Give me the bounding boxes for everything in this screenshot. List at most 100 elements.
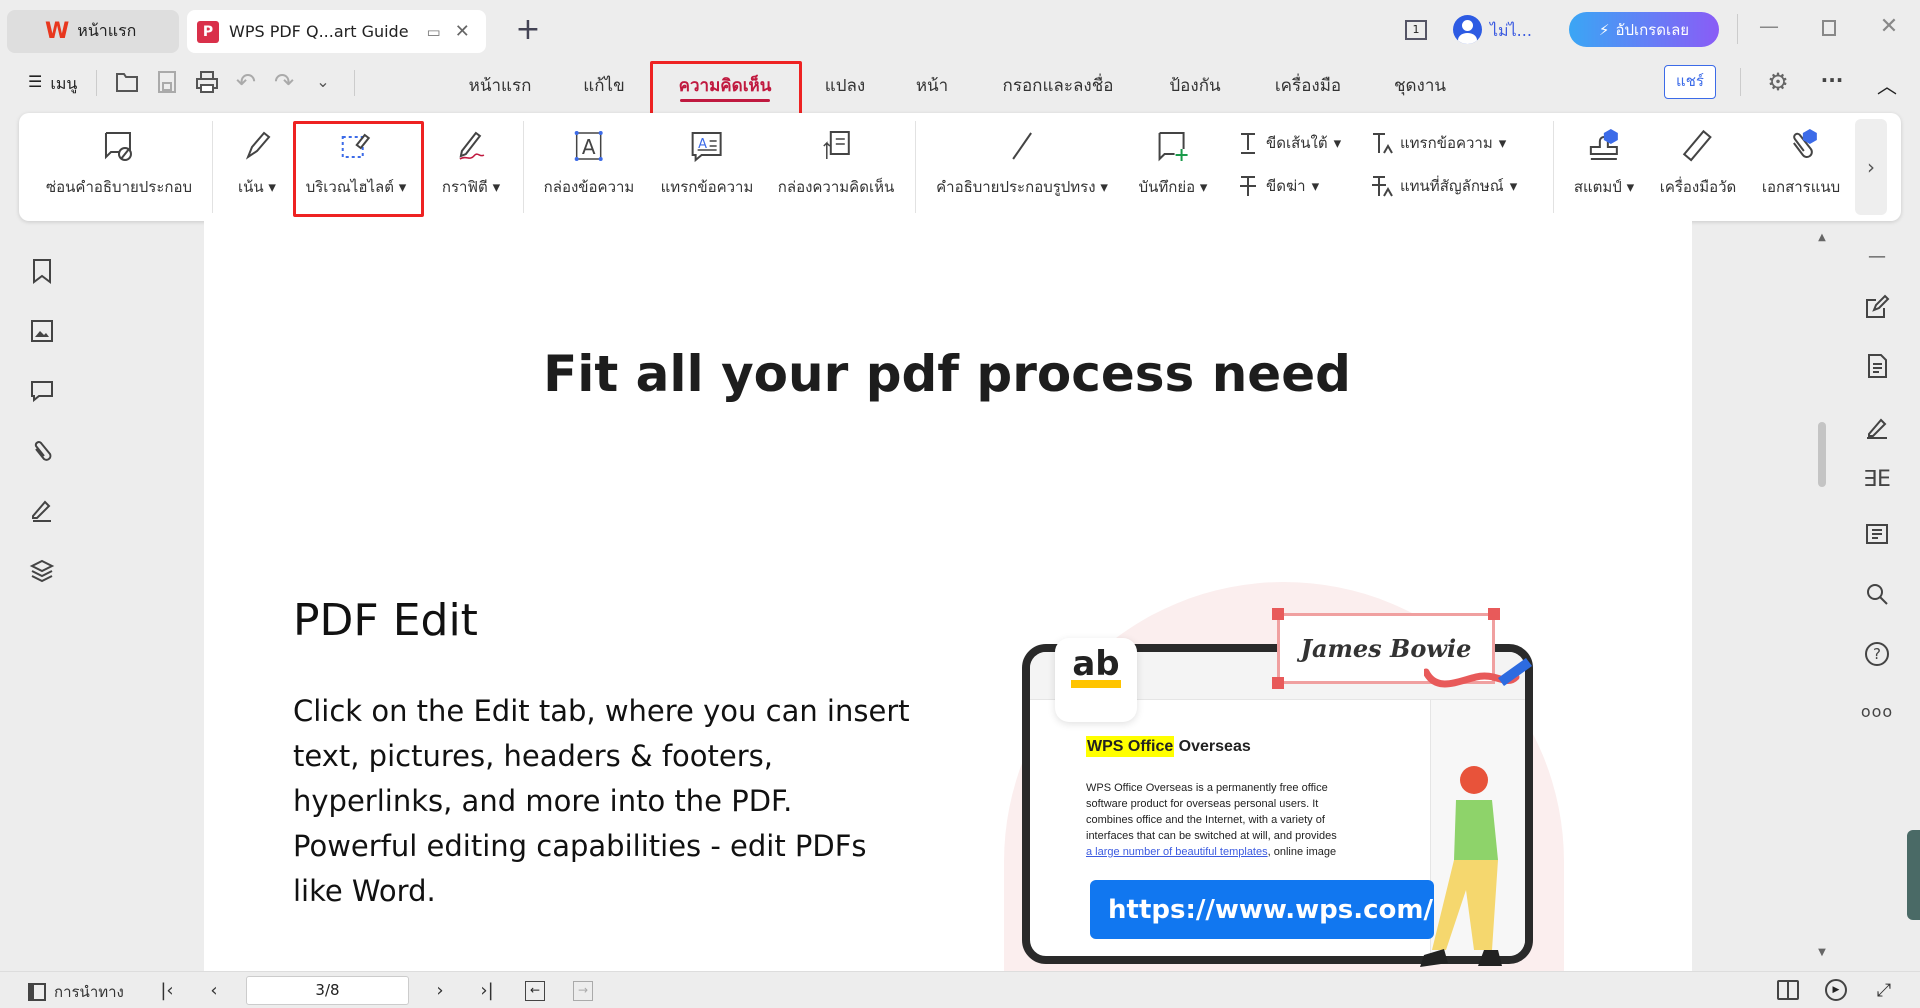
- tab-home[interactable]: หน้าแรก: [469, 72, 532, 99]
- navigation-toggle[interactable]: การนำทาง: [28, 980, 124, 1004]
- stamp-button[interactable]: สแตมป์ ▾: [1574, 129, 1634, 199]
- fill-sign-icon[interactable]: [1864, 414, 1890, 440]
- replace-symbol-button[interactable]: แทนที่สัญลักษณ์ ▾: [1370, 174, 1517, 198]
- page-count-icon[interactable]: 1: [1405, 20, 1427, 40]
- monitor-icon[interactable]: ▭: [427, 23, 441, 41]
- menu-button[interactable]: ☰ เมนู: [28, 72, 77, 97]
- edit-note-icon[interactable]: [1864, 294, 1890, 320]
- fullscreen-icon[interactable]: ⤢: [1877, 980, 1891, 1001]
- strikethrough-button[interactable]: ขีดฆ่า ▾: [1236, 174, 1319, 198]
- comment-box-button[interactable]: กล่องความคิดเห็น: [778, 129, 894, 199]
- previous-page-icon[interactable]: ‹: [210, 980, 217, 1001]
- ocr-icon[interactable]: [1864, 521, 1890, 547]
- scroll-down-icon[interactable]: ▼: [1818, 947, 1826, 958]
- document-tab[interactable]: P WPS PDF Q...art Guide ▭ ✕: [187, 10, 486, 53]
- tab-protect[interactable]: ป้องกัน: [1169, 72, 1220, 99]
- first-page-icon[interactable]: |‹: [160, 980, 173, 1001]
- measure-button[interactable]: เครื่องมือวัด: [1660, 129, 1736, 199]
- reading-mode-icon[interactable]: [1777, 980, 1799, 1000]
- forward-view-icon[interactable]: →: [573, 981, 593, 1001]
- gear-icon[interactable]: ⚙: [1767, 68, 1789, 96]
- attachment-button[interactable]: เอกสารแนบ: [1762, 129, 1840, 199]
- comment-icon[interactable]: [29, 378, 55, 404]
- shape-annotation-button[interactable]: คำอธิบายประกอบรูปทรง ▾: [936, 129, 1108, 199]
- search-icon[interactable]: [1864, 581, 1890, 607]
- play-icon[interactable]: ▶: [1825, 979, 1847, 1001]
- close-tab-icon[interactable]: ✕: [455, 21, 470, 42]
- share-button[interactable]: แชร์: [1664, 65, 1716, 99]
- chevron-down-icon: ▾: [1333, 134, 1342, 152]
- tab-batch[interactable]: ชุดงาน: [1394, 72, 1446, 99]
- user-avatar-icon[interactable]: [1453, 15, 1482, 44]
- home-tab[interactable]: W หน้าแรก: [7, 10, 179, 53]
- restore-icon[interactable]: [1822, 20, 1836, 36]
- save-icon[interactable]: [157, 70, 177, 94]
- scrollbar-thumb[interactable]: [1818, 422, 1826, 487]
- sticky-note-button[interactable]: บันทึกย่อ ▾: [1139, 129, 1207, 199]
- scroll-up-icon[interactable]: ▲: [1818, 232, 1826, 243]
- area-highlight-box: [293, 121, 424, 217]
- ribbon-scroll-right-button[interactable]: ›: [1855, 119, 1887, 215]
- back-view-icon[interactable]: ←: [525, 981, 545, 1001]
- insert-text-caret-button[interactable]: แทรกข้อความ ▾: [1370, 131, 1506, 155]
- side-edge-handle[interactable]: [1907, 830, 1920, 920]
- vertical-scrollbar[interactable]: ▲ ▼: [1812, 232, 1832, 968]
- chevron-down-icon: ▾: [1509, 177, 1518, 195]
- attachment-icon[interactable]: [29, 438, 55, 464]
- paperclip-icon: [1793, 129, 1817, 158]
- hide-annotations-button[interactable]: ซ่อนคำอธิบายประกอบ: [46, 129, 192, 199]
- last-page-icon[interactable]: ›|: [480, 980, 493, 1001]
- highlight-button[interactable]: เน้น ▾: [238, 129, 276, 199]
- collapse-panel-icon[interactable]: —: [1868, 246, 1886, 267]
- label: ขีดเส้นใต้: [1266, 134, 1328, 152]
- tab-fill-sign[interactable]: กรอกและลงชื่อ: [1003, 72, 1114, 99]
- sticky-note-icon: [1158, 132, 1188, 162]
- signature-icon[interactable]: [29, 498, 55, 524]
- strikethrough-icon: [1240, 176, 1256, 196]
- page-number-value: 3/8: [315, 981, 340, 999]
- ab-badge: ab: [1055, 638, 1137, 722]
- graffiti-button[interactable]: กราฟิตี ▾: [442, 129, 500, 199]
- print-icon[interactable]: [195, 70, 219, 94]
- underline-icon: [1241, 133, 1255, 154]
- minimize-icon[interactable]: —: [1759, 14, 1779, 38]
- more-icon[interactable]: ···: [1821, 68, 1844, 92]
- close-window-icon[interactable]: ✕: [1880, 14, 1898, 39]
- new-tab-button[interactable]: +: [515, 12, 540, 47]
- tab-page[interactable]: หน้า: [916, 72, 948, 99]
- open-folder-icon[interactable]: [115, 71, 139, 93]
- undo-icon[interactable]: ↶: [236, 68, 256, 96]
- document-properties-icon[interactable]: [1864, 353, 1890, 379]
- tab-tools[interactable]: เครื่องมือ: [1275, 72, 1341, 99]
- pdf-page: Fit all your pdf process need PDF Edit C…: [204, 221, 1692, 971]
- label: กราฟิตี ▾: [441, 178, 501, 196]
- bookmark-icon[interactable]: [29, 258, 55, 284]
- upgrade-button[interactable]: ⚡ อัปเกรดเลย: [1569, 12, 1719, 47]
- next-page-icon[interactable]: ›: [436, 980, 443, 1001]
- layers-icon[interactable]: [29, 558, 55, 584]
- text-box-button[interactable]: A กล่องข้อความ: [544, 129, 634, 199]
- chevron-down-icon[interactable]: ⌄: [316, 72, 329, 91]
- image-thumbnail-icon[interactable]: [29, 318, 55, 344]
- highlighter-icon: [245, 131, 271, 160]
- comment-box-icon: [823, 131, 850, 159]
- illustration: WPS Office Overseas WPS Office Overseas …: [1004, 582, 1584, 971]
- replace-symbol-icon: [1372, 176, 1393, 197]
- redo-icon[interactable]: ↷: [274, 68, 294, 96]
- insert-text-button[interactable]: A แทรกข้อความ: [661, 129, 753, 199]
- divider: [915, 121, 916, 213]
- page-number-input[interactable]: 3/8: [246, 976, 409, 1005]
- upgrade-label: อัปเกรดเลย: [1615, 20, 1690, 39]
- help-icon[interactable]: ?: [1865, 642, 1889, 666]
- user-name[interactable]: ไม่ไ...: [1490, 19, 1532, 44]
- insert-caret-icon: [1373, 133, 1393, 154]
- tab-convert[interactable]: แปลง: [825, 72, 865, 99]
- collapse-ribbon-icon[interactable]: ︿: [1877, 70, 1897, 99]
- more-tools-icon[interactable]: ooo: [1861, 702, 1893, 721]
- svg-text:A: A: [582, 135, 596, 159]
- tab-edit[interactable]: แก้ไข: [583, 72, 624, 99]
- divider: [1740, 68, 1741, 96]
- compare-icon[interactable]: ∃E: [1863, 467, 1891, 492]
- underline-button[interactable]: ขีดเส้นใต้ ▾: [1236, 131, 1341, 155]
- line-shape-icon: [1012, 132, 1032, 160]
